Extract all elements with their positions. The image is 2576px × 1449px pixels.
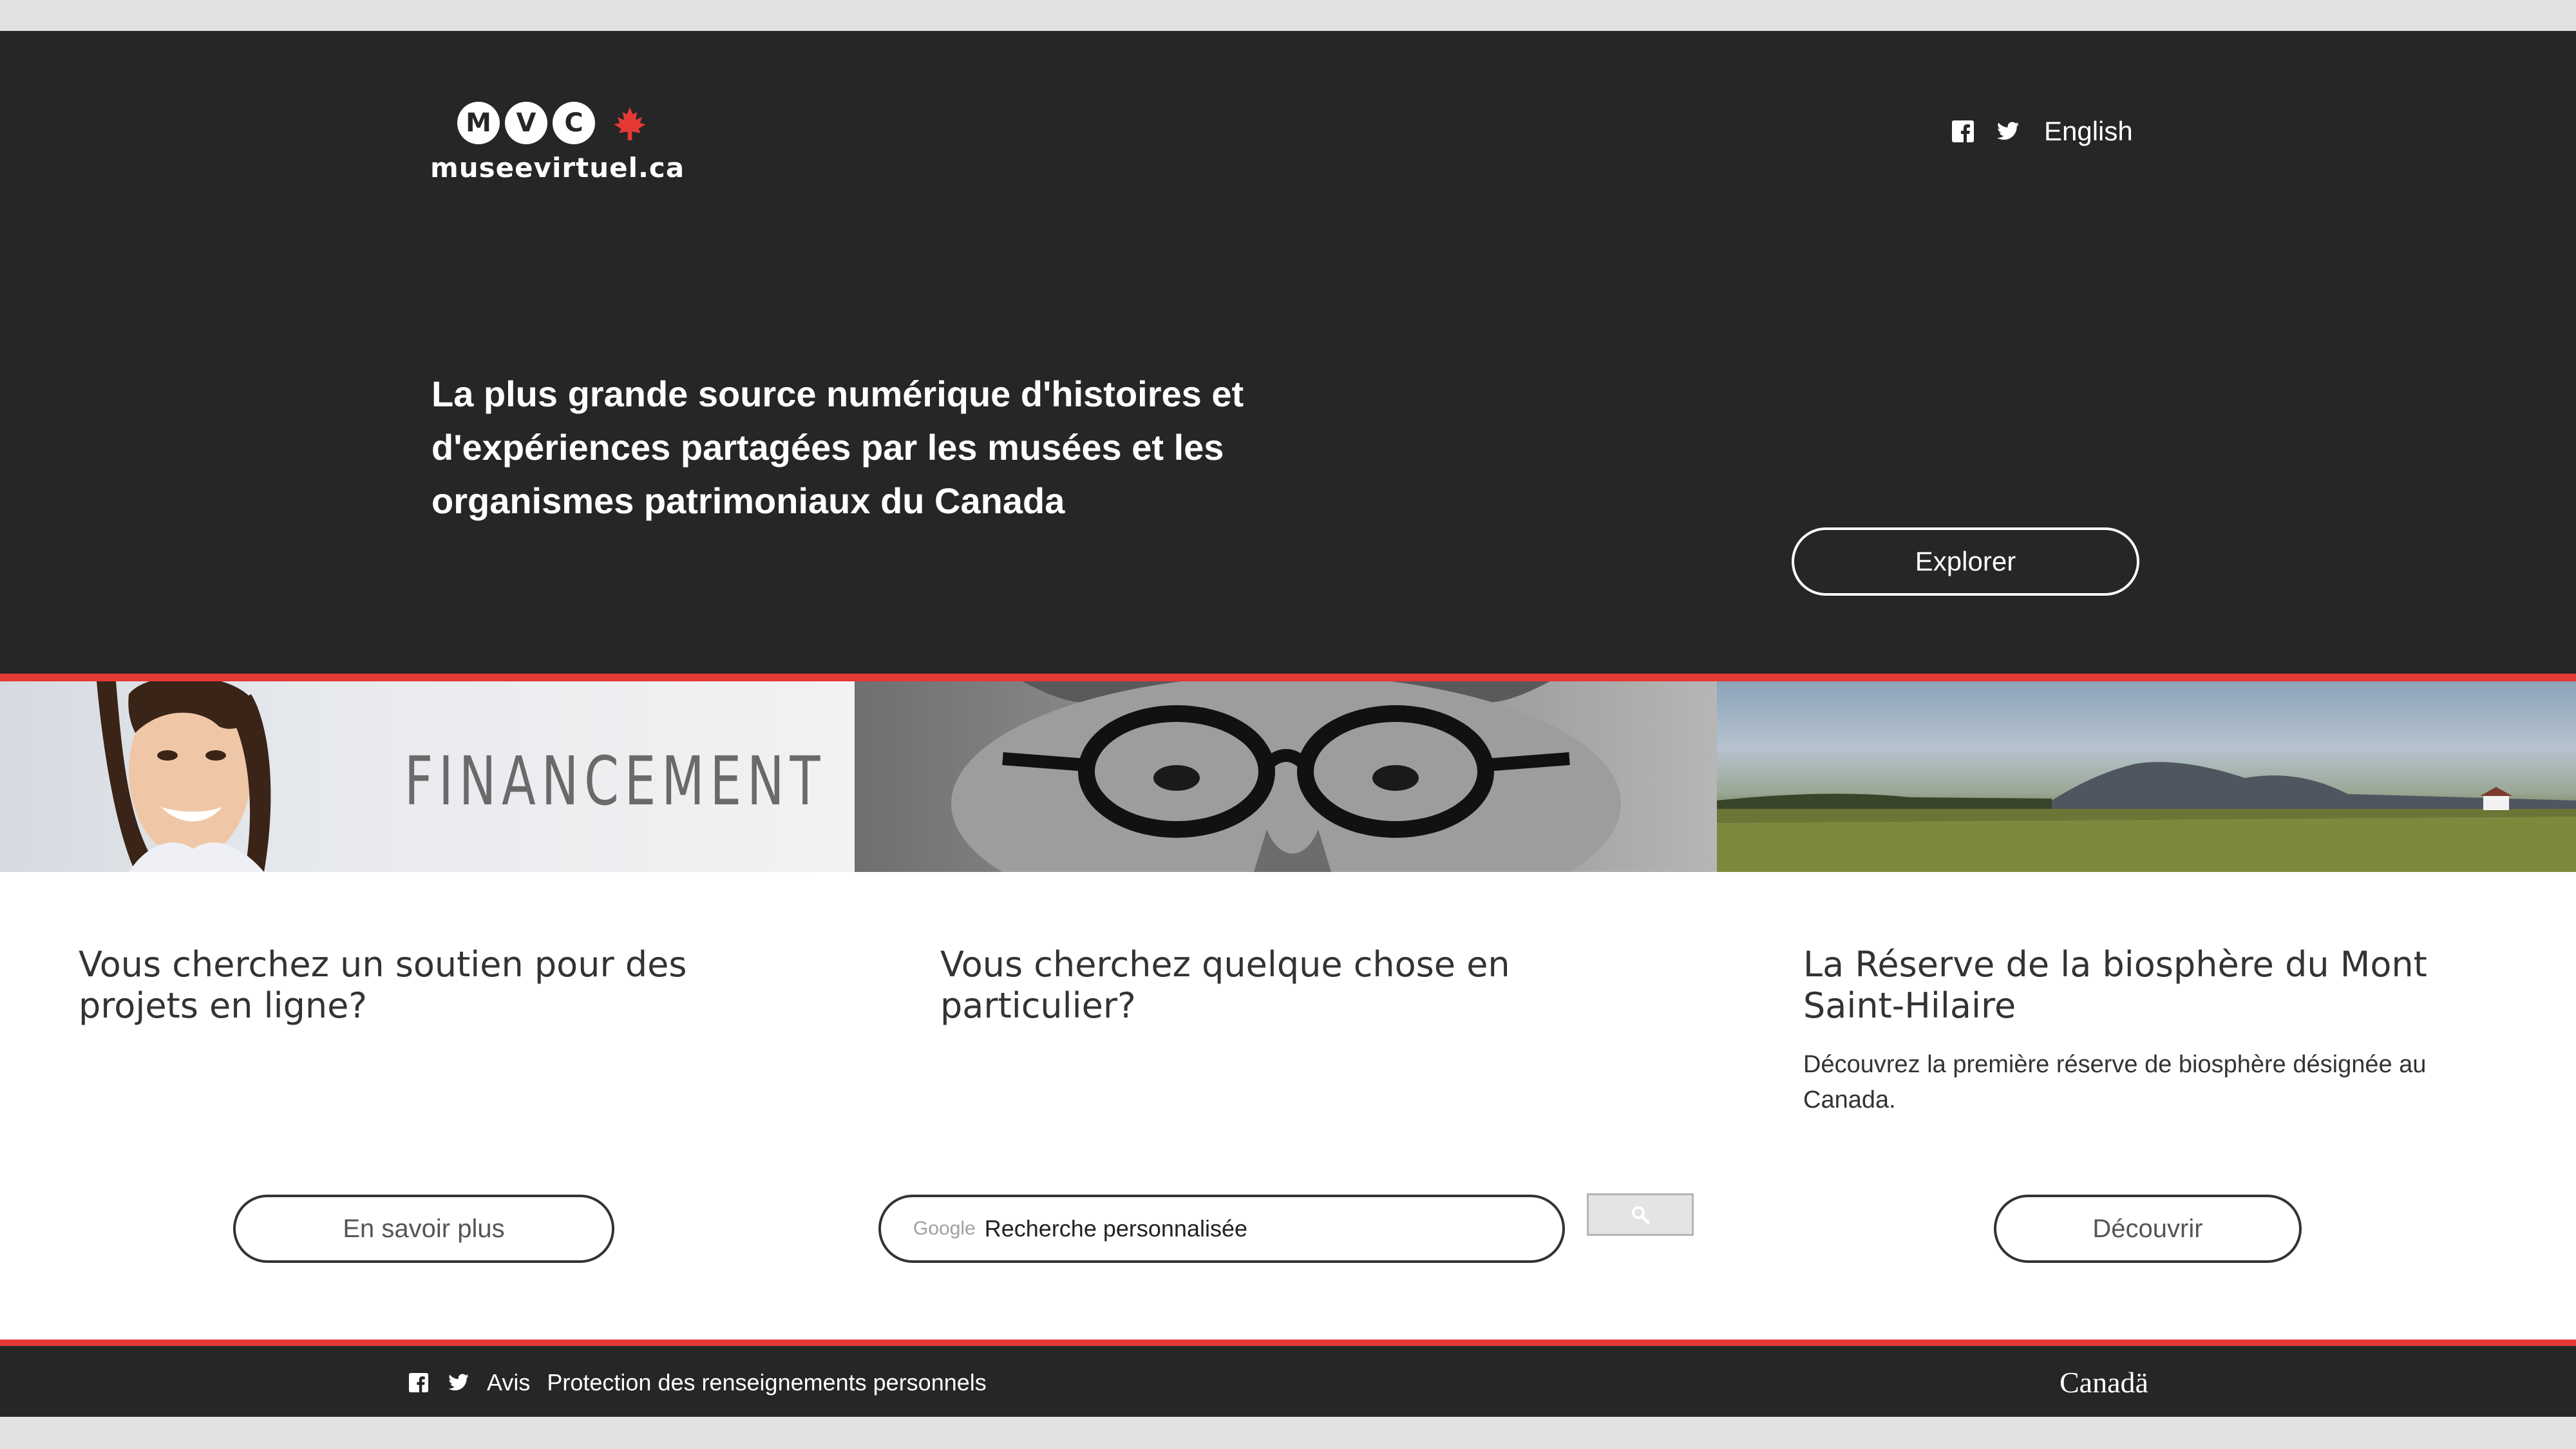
- explore-button[interactable]: Explorer: [1792, 527, 2139, 596]
- facebook-icon[interactable]: [407, 1371, 430, 1394]
- twitter-icon[interactable]: [1996, 120, 2020, 143]
- glasses-portrait-image: [855, 681, 1717, 872]
- logo-letter-v: V: [505, 102, 547, 144]
- twitter-icon[interactable]: [447, 1371, 470, 1394]
- google-search-label: Google: [913, 1218, 976, 1239]
- canada-wordmark: Canadä: [2060, 1366, 2148, 1399]
- maple-leaf-icon: [614, 107, 646, 140]
- hero-tagline: La plus grande source numérique d'histoi…: [431, 374, 1244, 521]
- footer-link-notice[interactable]: Avis: [487, 1369, 530, 1396]
- landscape-illustration: [1717, 762, 2576, 872]
- logo-circles: M V C: [457, 102, 595, 144]
- funding-banner-text: FINANCEMENT: [404, 742, 826, 820]
- language-toggle-link[interactable]: English: [2044, 116, 2133, 147]
- footer-links: Avis Protection des renseignements perso…: [407, 1369, 987, 1396]
- hero-divider: [0, 674, 2576, 681]
- funding-banner-image[interactable]: FINANCEMENT: [0, 681, 855, 872]
- logo-letter-c: C: [553, 102, 595, 144]
- facebook-icon[interactable]: [1951, 120, 1975, 143]
- learn-more-button[interactable]: En savoir plus: [233, 1195, 614, 1263]
- site-logo[interactable]: M V C museevirtuel.ca: [430, 71, 684, 187]
- hero-section: M V C museevirtuel.ca English La plus gr…: [0, 31, 2576, 674]
- search-card-title: Vous cherchez quelque chose en particuli…: [940, 944, 1510, 1026]
- funding-card-title: Vous cherchez un soutien pour des projet…: [79, 944, 687, 1026]
- footer-link-privacy[interactable]: Protection des renseignements personnels: [547, 1369, 986, 1396]
- header-links: English: [1951, 113, 2133, 149]
- biosphere-card-description: Découvrez la première réserve de biosphè…: [1803, 1051, 2427, 1113]
- discover-button[interactable]: Découvrir: [1994, 1195, 2302, 1263]
- search-input[interactable]: [984, 1215, 1539, 1242]
- footer: Avis Protection des renseignements perso…: [0, 1346, 2576, 1417]
- logo-wordmark: museevirtuel.ca: [430, 152, 685, 184]
- man-glasses-illustration: [951, 681, 1621, 872]
- search-icon: [1632, 1206, 1650, 1224]
- search-button[interactable]: [1587, 1193, 1694, 1236]
- woman-portrait-image: [97, 681, 271, 872]
- search-field[interactable]: Google: [878, 1195, 1565, 1263]
- biosphere-card-title: La Réserve de la biosphère du Mont Saint…: [1803, 944, 2427, 1026]
- logo-letter-m: M: [457, 102, 500, 144]
- page: M V C museevirtuel.ca English La plus gr…: [0, 31, 2576, 1417]
- mont-saint-hilaire-image[interactable]: [1717, 681, 2576, 872]
